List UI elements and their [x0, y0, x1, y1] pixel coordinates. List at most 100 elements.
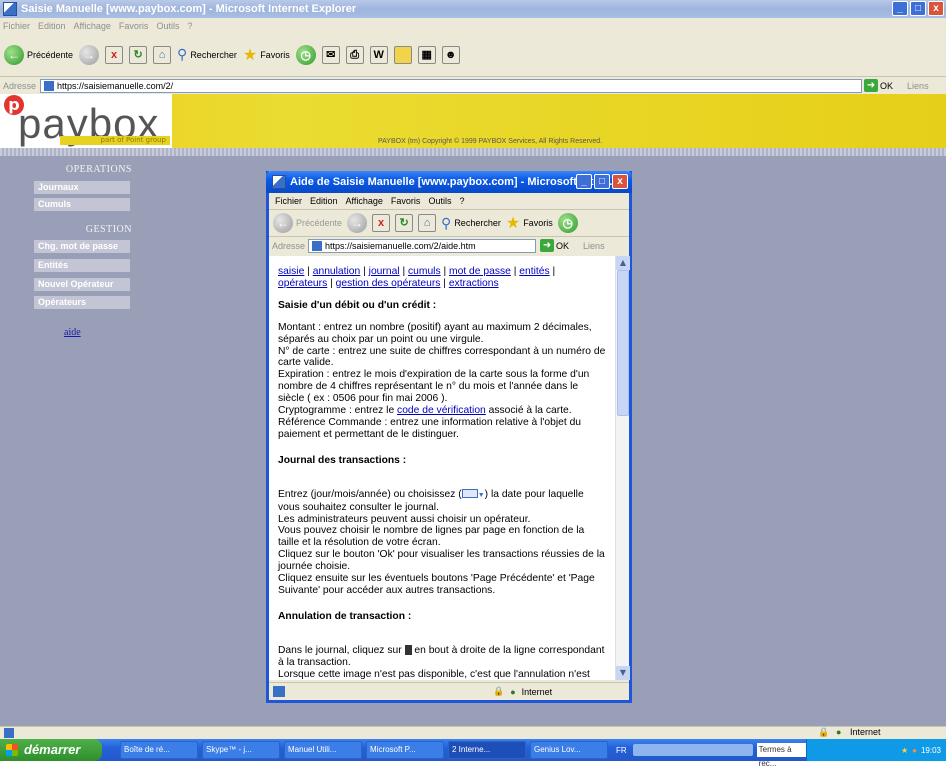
task-manuel[interactable]: Manuel Utili...	[284, 741, 362, 759]
popup-address-input[interactable]: https://saisiemanuelle.com/2/aide.htm	[308, 238, 537, 253]
language-indicator[interactable]: FR	[616, 746, 627, 755]
link-mot-de-passe[interactable]: mot de passe	[449, 266, 511, 277]
popup-menu-affichage[interactable]: Affichage	[346, 196, 383, 206]
maximize-button[interactable]: □	[910, 1, 926, 16]
popup-back-button[interactable]: ← Précédente	[273, 213, 342, 233]
go-arrow-icon: ➜	[864, 79, 879, 92]
operations-heading: OPERATIONS	[65, 164, 132, 175]
research-icon[interactable]: ▦	[417, 45, 436, 64]
messenger-icon[interactable]: ☻	[441, 45, 460, 64]
scroll-thumb[interactable]	[617, 270, 629, 416]
link-journal[interactable]: journal	[369, 266, 400, 277]
journal-admin-text: Les administrateurs peuvent aussi choisi…	[278, 513, 531, 525]
popup-minimize-button[interactable]: _	[576, 174, 592, 189]
nav-operateurs[interactable]: Opérateurs	[34, 296, 130, 309]
links-label[interactable]: Liens	[907, 81, 929, 91]
annulation-note-text: Lorsque cette image n'est pas disponible…	[278, 668, 590, 680]
menu-edition[interactable]: Edition	[38, 21, 66, 31]
go-button[interactable]: ➜ OK	[864, 79, 893, 92]
popup-menu-edition[interactable]: Edition	[310, 196, 338, 206]
tray-star-icon[interactable]: ★	[901, 746, 908, 755]
popup-go-button[interactable]: ➜ OK	[540, 239, 569, 252]
task-powerpoint[interactable]: Microsoft P...	[366, 741, 444, 759]
clock: 19:03	[920, 745, 941, 755]
minimize-button[interactable]: _	[892, 1, 908, 16]
popup-vertical-scrollbar[interactable]: ▲ ▼	[615, 256, 630, 680]
back-button[interactable]: ← Précédente	[4, 44, 74, 65]
help-link[interactable]: aide	[64, 327, 81, 338]
page-icon	[44, 80, 55, 91]
folder-icon[interactable]	[393, 45, 412, 64]
link-entites[interactable]: entités	[519, 266, 549, 277]
edit-icon[interactable]: W	[369, 45, 388, 64]
popup-search-button[interactable]: ⚲ Rechercher	[441, 215, 501, 232]
link-extractions[interactable]: extractions	[449, 278, 499, 289]
address-url: https://saisiemanuelle.com/2/	[57, 80, 174, 91]
history-icon[interactable]: ◷	[295, 44, 316, 65]
help-content: saisie | annulation | journal | cumuls |…	[269, 256, 615, 680]
section-journal-title: Journal des transactions :	[278, 454, 407, 466]
popup-status-bar: 🔒 ● Internet	[269, 682, 629, 700]
search-icon: ⚲	[441, 214, 452, 231]
link-operateurs[interactable]: opérateurs	[278, 278, 327, 289]
menu-help[interactable]: ?	[187, 21, 192, 31]
search-box[interactable]: Termes à rec...	[756, 743, 809, 768]
stop-icon[interactable]: x	[372, 214, 391, 232]
nav-journaux[interactable]: Journaux	[34, 181, 130, 194]
popup-menu-favoris[interactable]: Favoris	[391, 196, 421, 206]
address-input[interactable]: https://saisiemanuelle.com/2/	[40, 78, 863, 93]
home-icon[interactable]: ⌂	[418, 214, 437, 232]
help-nav-links: saisie | annulation | journal | cumuls |…	[278, 266, 556, 289]
nav-entites[interactable]: Entités	[34, 259, 130, 272]
popup-favorites-button[interactable]: ★ Favoris	[506, 213, 553, 233]
reference-text: Référence Commande : entrez une informat…	[278, 416, 582, 440]
section-annulation-title: Annulation de transaction :	[278, 610, 412, 622]
home-icon[interactable]: ⌂	[153, 45, 172, 64]
nav-chg-mot-de-passe[interactable]: Chg. mot de passe	[34, 240, 130, 253]
refresh-icon[interactable]: ↻	[129, 45, 148, 64]
menu-affichage[interactable]: Affichage	[74, 21, 111, 31]
print-icon[interactable]: ⎙	[345, 45, 364, 64]
main-window-title: Saisie Manuelle [www.paybox.com] - Micro…	[21, 3, 357, 15]
nav-nouvel-operateur[interactable]: Nouvel Opérateur	[34, 278, 130, 291]
forward-arrow-icon[interactable]: →	[347, 213, 368, 233]
link-cumuls[interactable]: cumuls	[408, 266, 441, 277]
mail-icon[interactable]: ✉	[321, 45, 340, 64]
task-mail[interactable]: Boîte de ré...	[120, 741, 198, 759]
star-icon: ★	[242, 46, 258, 64]
popup-links-label[interactable]: Liens	[583, 241, 605, 251]
scroll-down-icon[interactable]: ▼	[616, 666, 630, 680]
history-icon[interactable]: ◷	[557, 213, 578, 233]
stop-icon[interactable]: x	[105, 45, 124, 64]
back-label: Précédente	[27, 49, 74, 60]
popup-menu-help[interactable]: ?	[459, 196, 464, 206]
scroll-up-icon[interactable]: ▲	[616, 256, 630, 270]
nav-cumuls[interactable]: Cumuls	[34, 198, 130, 211]
popup-title: Aide de Saisie Manuelle [www.paybox.com]…	[290, 176, 613, 188]
media-controls[interactable]	[632, 744, 753, 756]
menu-fichier[interactable]: Fichier	[3, 21, 30, 31]
tray-network-icon[interactable]: ●	[912, 746, 917, 755]
menu-outils[interactable]: Outils	[156, 21, 179, 31]
link-saisie[interactable]: saisie	[278, 266, 304, 277]
popup-menu-outils[interactable]: Outils	[428, 196, 451, 206]
search-button[interactable]: ⚲ Rechercher	[177, 46, 237, 63]
favorites-button[interactable]: ★ Favoris	[243, 45, 290, 65]
link-code-verification[interactable]: code de vérification	[397, 405, 486, 416]
popup-maximize-button[interactable]: □	[594, 174, 610, 189]
popup-close-button[interactable]: x	[612, 174, 628, 189]
start-button[interactable]: démarrer	[0, 739, 102, 761]
link-annulation[interactable]: annulation	[313, 266, 361, 277]
task-skype[interactable]: Skype™ - j...	[202, 741, 280, 759]
task-genius[interactable]: Genius Lov...	[530, 741, 608, 759]
close-button[interactable]: x	[928, 1, 944, 16]
popup-title-bar: Aide de Saisie Manuelle [www.paybox.com]…	[266, 171, 632, 193]
task-internet-explorer[interactable]: 2 Interne...	[448, 741, 526, 759]
back-arrow-icon: ←	[4, 44, 24, 65]
forward-arrow-icon[interactable]: →	[79, 44, 100, 65]
section-saisie-title: Saisie d'un débit ou d'un crédit :	[278, 299, 437, 311]
refresh-icon[interactable]: ↻	[395, 214, 414, 232]
link-gestion-des-operateurs[interactable]: gestion des opérateurs	[336, 278, 441, 289]
menu-favoris[interactable]: Favoris	[119, 21, 149, 31]
popup-menu-fichier[interactable]: Fichier	[275, 196, 302, 206]
